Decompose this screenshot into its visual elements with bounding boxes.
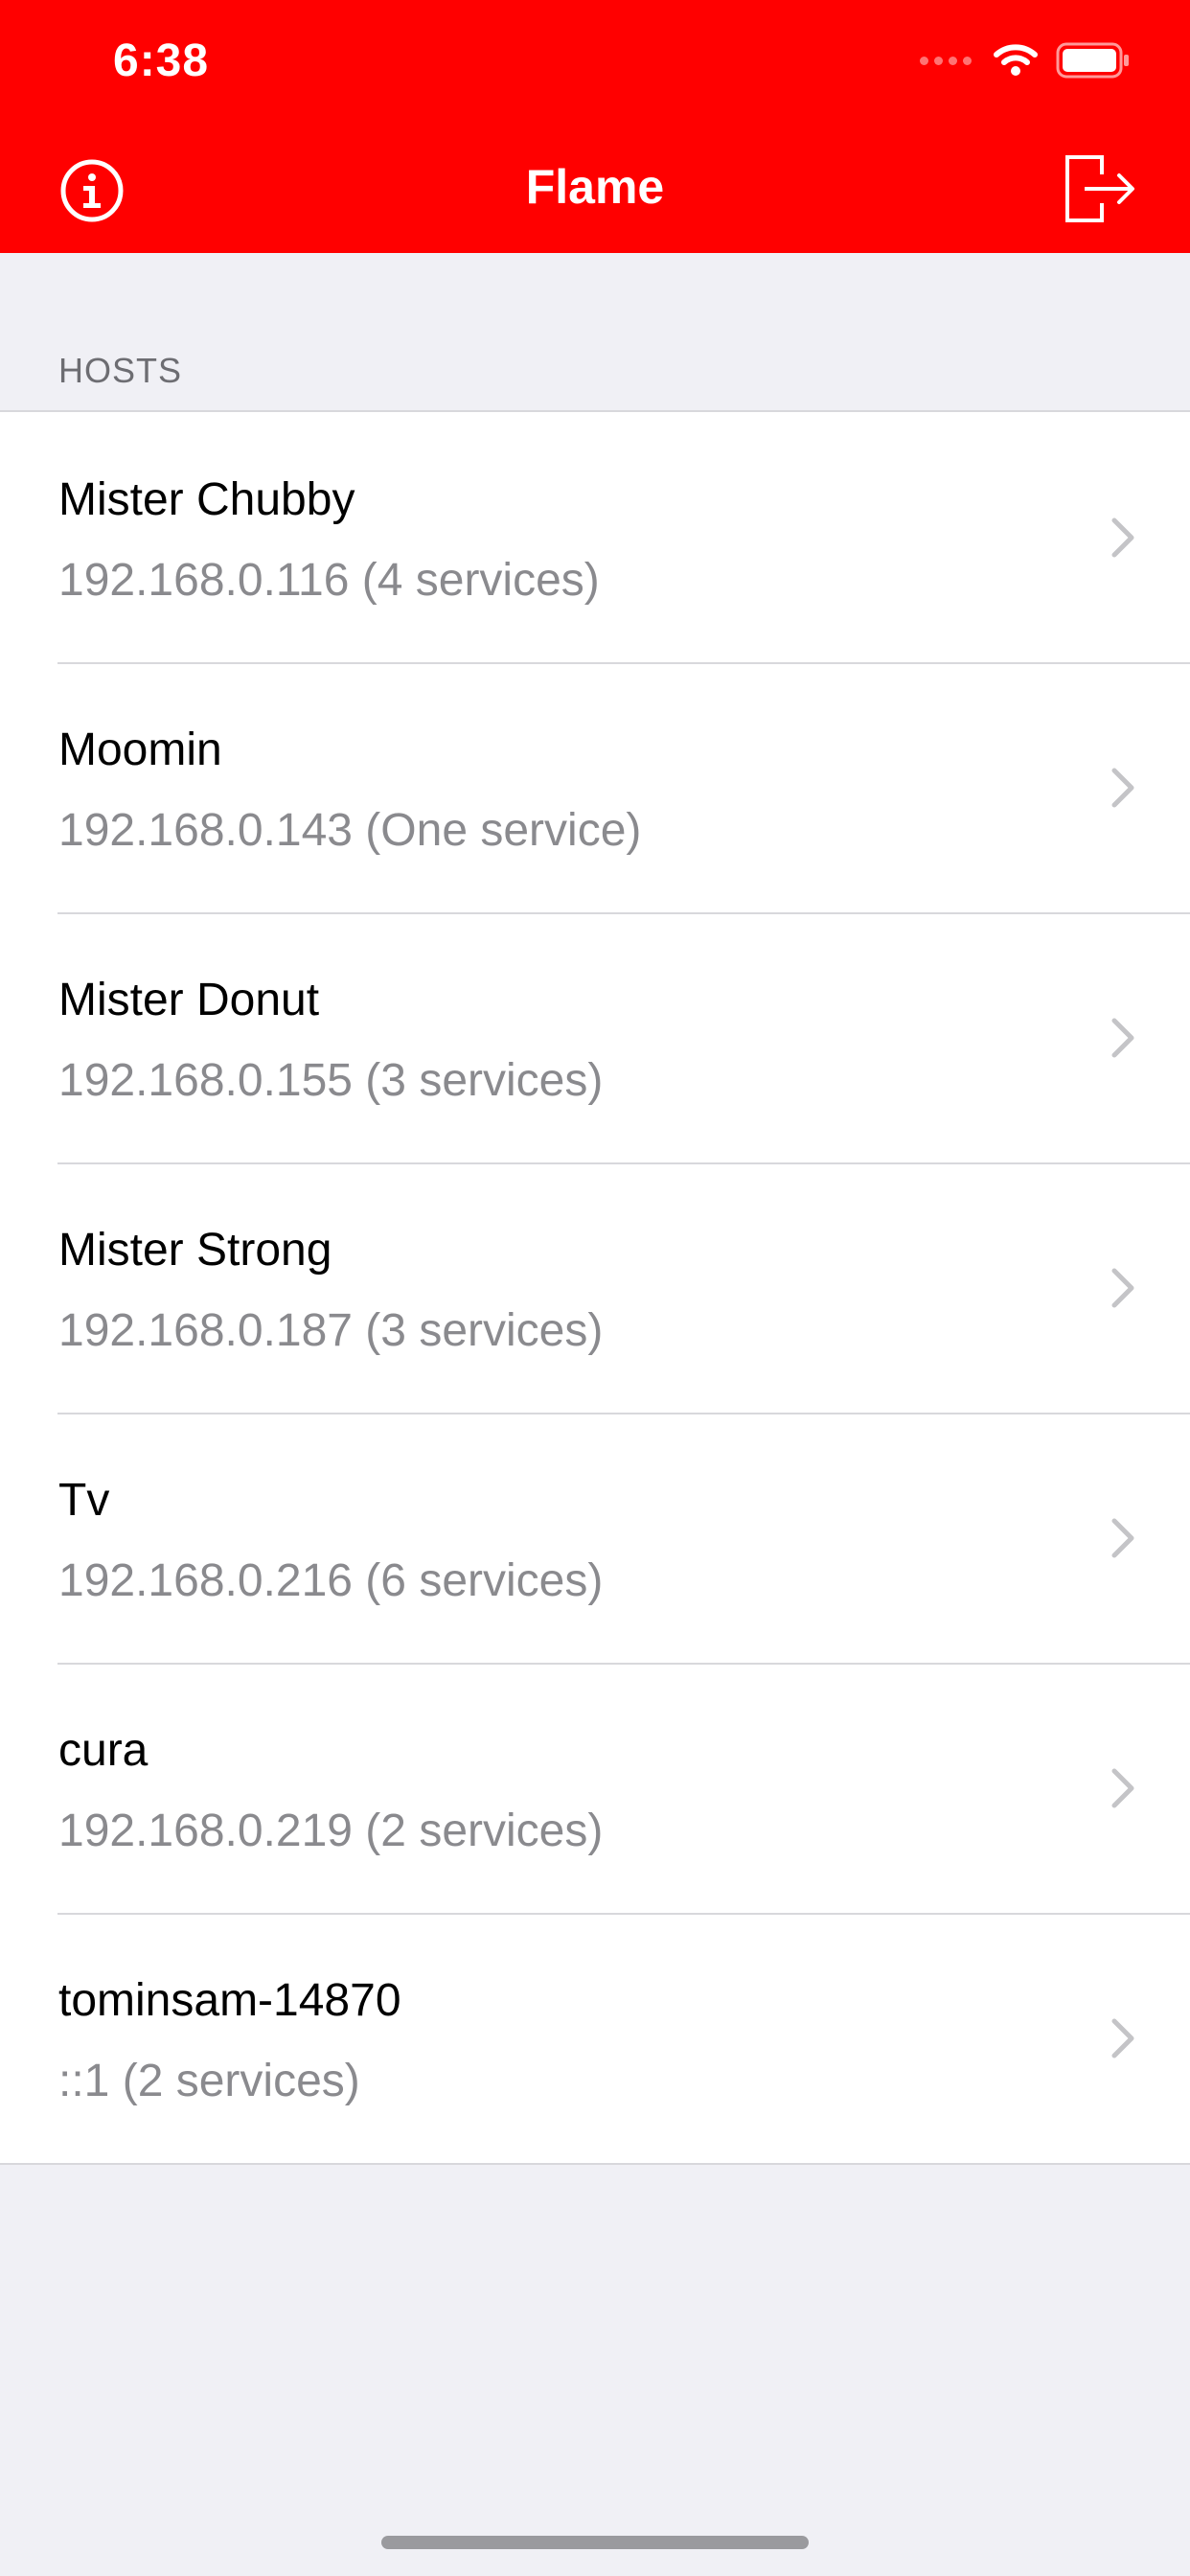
- chevron-right-icon: [1111, 1018, 1134, 1058]
- host-detail: 192.168.0.116 (4 services): [58, 555, 600, 606]
- wifi-icon: [994, 44, 1038, 76]
- host-name: Moomin: [58, 724, 222, 775]
- page-title: Flame: [525, 160, 665, 214]
- chevron-right-icon: [1111, 1268, 1134, 1308]
- host-row[interactable]: Mister Donut 192.168.0.155 (3 services): [0, 912, 1190, 1162]
- chevron-right-icon: [1111, 2018, 1134, 2058]
- host-detail: 192.168.0.219 (2 services): [58, 1806, 604, 1856]
- host-row[interactable]: tominsam-14870 ::1 (2 services): [0, 1913, 1190, 2163]
- chevron-right-icon: [1111, 518, 1134, 558]
- chevron-right-icon: [1111, 768, 1134, 808]
- host-row[interactable]: Tv 192.168.0.216 (6 services): [0, 1413, 1190, 1663]
- status-indicators: [920, 42, 1131, 79]
- host-row[interactable]: cura 192.168.0.219 (2 services): [0, 1663, 1190, 1913]
- status-time: 6:38: [113, 35, 210, 86]
- battery-icon: [1056, 42, 1129, 79]
- host-row[interactable]: Moomin 192.168.0.143 (One service): [0, 662, 1190, 912]
- chevron-right-icon: [1111, 1518, 1134, 1558]
- chevron-right-icon: [1111, 1768, 1134, 1808]
- host-name: Mister Chubby: [58, 474, 355, 525]
- logout-button[interactable]: [1064, 153, 1136, 224]
- host-detail: 192.168.0.187 (3 services): [58, 1305, 604, 1356]
- logout-icon: [1065, 155, 1134, 222]
- host-detail: 192.168.0.155 (3 services): [58, 1055, 604, 1106]
- cellular-signal-icon: [920, 56, 972, 65]
- navigation-bar: 6:38 Flame: [0, 0, 1190, 253]
- host-row[interactable]: Mister Chubby 192.168.0.116 (4 services): [0, 412, 1190, 662]
- host-name: cura: [58, 1725, 149, 1776]
- host-name: tominsam-14870: [58, 1975, 401, 2026]
- host-detail: ::1 (2 services): [58, 2056, 360, 2106]
- section-header-hosts: HOSTS: [58, 351, 183, 390]
- host-name: Mister Strong: [58, 1225, 332, 1276]
- host-detail: 192.168.0.143 (One service): [58, 805, 642, 856]
- host-detail: 192.168.0.216 (6 services): [58, 1555, 604, 1606]
- hosts-list: Mister Chubby 192.168.0.116 (4 services)…: [0, 410, 1190, 2165]
- host-name: Tv: [58, 1475, 110, 1526]
- host-name: Mister Donut: [58, 975, 320, 1025]
- host-row[interactable]: Mister Strong 192.168.0.187 (3 services): [0, 1162, 1190, 1413]
- home-indicator[interactable]: [381, 2536, 809, 2549]
